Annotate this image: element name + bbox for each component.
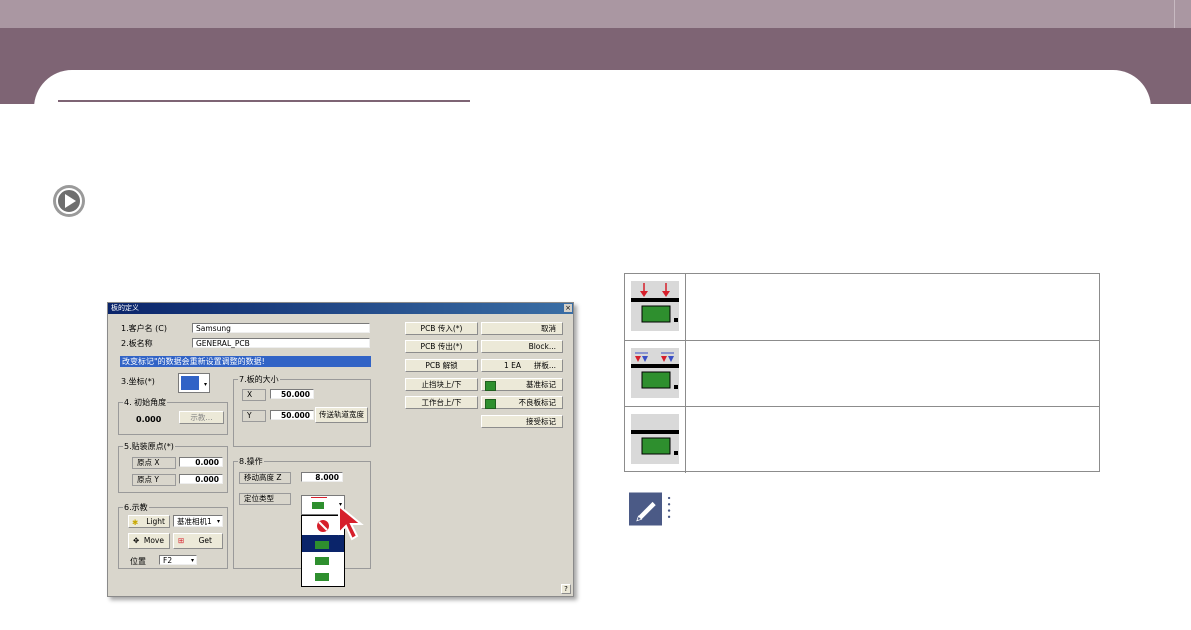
chevron-down-icon: ▾	[216, 518, 220, 525]
option-thumb[interactable]	[315, 573, 329, 581]
locate-type-1-cell	[625, 274, 686, 340]
bad-mark-label: 不良板标记	[518, 398, 557, 407]
teach-group-title: 6.示教	[123, 502, 149, 513]
light-icon: ✱	[132, 518, 139, 527]
locate-type-label: 定位类型	[239, 493, 291, 505]
origin-group-title: 5.贴装原点(*)	[123, 441, 175, 452]
close-icon[interactable]: ×	[564, 304, 572, 312]
warning-banner: 改变标记"的数据会重新设置调整的数据!	[120, 356, 371, 367]
board-size-title: 7.板的大小	[238, 374, 280, 385]
note-pencil-icon	[629, 492, 671, 526]
dialog-title-bar: 板的定义 ×	[108, 303, 573, 314]
operation-group-title: 8.操作	[238, 456, 264, 467]
locate-top-arrows-icon	[631, 281, 679, 331]
block-button[interactable]: Block...	[481, 340, 563, 353]
table-up-down-button[interactable]: 工作台上/下	[405, 396, 478, 409]
customer-input[interactable]: Samsung	[192, 323, 370, 333]
size-y-label: Y	[242, 410, 266, 422]
coord-icon	[181, 376, 199, 390]
locate-no-arrows-icon	[631, 414, 679, 464]
locate-type-2-cell	[625, 341, 686, 407]
camera-select-value: 基准相机1	[177, 517, 212, 526]
board-size-group: 7.板的大小 X 50.000 Y 50.000 传送轨道宽度	[233, 374, 371, 447]
locate-type-arrows	[311, 497, 327, 498]
angle-group-title: 4. 初始角度	[123, 397, 168, 408]
row-description	[687, 341, 1099, 407]
accept-mark-button[interactable]: 接受标记	[481, 415, 563, 428]
table-row	[625, 406, 1099, 473]
locate-type-table	[624, 273, 1100, 473]
option-thumb[interactable]	[315, 557, 329, 565]
conveyor-width-button[interactable]: 传送轨道宽度	[315, 407, 368, 423]
chevron-down-icon: ▾	[190, 557, 194, 564]
move-z-input[interactable]: 8.000	[301, 472, 343, 482]
pcb-out-button[interactable]: PCB 传出(*)	[405, 340, 478, 353]
cancel-button[interactable]: 取消	[481, 322, 563, 335]
title-underline	[58, 100, 470, 102]
help-button[interactable]: ?	[561, 584, 571, 594]
angle-group: 4. 初始角度 0.000 示教...	[118, 397, 228, 435]
position-value: F2	[163, 556, 173, 565]
get-icon: ⊞	[178, 536, 185, 545]
table-row	[625, 274, 1099, 340]
position-label: 位置	[130, 557, 146, 566]
coord-label: 3.坐标(*)	[121, 377, 155, 386]
pcb-unlock-button[interactable]: PCB 解锁	[405, 359, 478, 372]
panel-button-label: 拼板...	[533, 361, 556, 370]
origin-x-label: 原点 X	[132, 457, 176, 469]
board-name-input[interactable]: GENERAL_PCB	[192, 338, 370, 348]
camera-select[interactable]: 基准相机1 ▾	[173, 515, 223, 527]
angle-value: 0.000	[136, 415, 162, 424]
table-row	[625, 340, 1099, 407]
light-button[interactable]: ✱ Light	[128, 515, 170, 528]
customer-label: 1.客户名 (C)	[121, 324, 168, 333]
row-description	[687, 407, 1099, 473]
red-arrow-cursor-icon	[338, 503, 364, 541]
status-indicator	[485, 381, 496, 391]
play-icon[interactable]	[52, 184, 86, 218]
dialog-title: 板的定义	[111, 304, 139, 312]
row-description	[687, 274, 1099, 340]
move-icon: ✥	[133, 536, 140, 545]
get-button[interactable]: ⊞ Get	[173, 533, 223, 549]
move-button-label: Move	[143, 536, 164, 545]
size-x-input[interactable]: 50.000	[270, 389, 314, 399]
fiducial-mark-label: 基准标记	[526, 380, 556, 389]
board-name-label: 2.板名称	[121, 339, 153, 348]
option-thumb	[315, 541, 329, 549]
locate-double-arrows-icon	[631, 348, 679, 398]
locate-type-thumb	[312, 502, 324, 509]
origin-y-input[interactable]: 0.000	[179, 474, 223, 484]
move-z-label: 移动高度 Z	[239, 472, 291, 484]
teach-group: 6.示教 ✱ Light 基准相机1 ▾ ✥ Move ⊞ Get 位置 F2 …	[118, 502, 228, 569]
size-y-input[interactable]: 50.000	[270, 410, 314, 420]
move-button[interactable]: ✥ Move	[128, 533, 170, 549]
origin-group: 5.贴装原点(*) 原点 X 0.000 原点 Y 0.000	[118, 441, 228, 493]
panel-count: 1 EA	[504, 361, 522, 370]
stopper-button[interactable]: 止挡块上/下	[405, 378, 478, 391]
fiducial-mark-button[interactable]: 基准标记	[481, 378, 563, 391]
header-top-strip	[0, 0, 1191, 28]
panel-button[interactable]: 1 EA 拼板...	[481, 359, 563, 372]
coord-select[interactable]: ▾	[178, 373, 210, 393]
origin-x-input[interactable]: 0.000	[179, 457, 223, 467]
pcb-in-button[interactable]: PCB 传入(*)	[405, 322, 478, 335]
header-divider	[1174, 0, 1175, 28]
status-indicator	[485, 399, 496, 409]
origin-y-label: 原点 Y	[132, 474, 176, 486]
get-button-label: Get	[198, 536, 212, 545]
light-button-label: Light	[146, 517, 165, 526]
size-x-label: X	[242, 389, 266, 401]
teach-button[interactable]: 示教...	[179, 411, 224, 424]
chevron-down-icon: ▾	[203, 381, 207, 388]
bad-mark-button[interactable]: 不良板标记	[481, 396, 563, 409]
locate-type-3-cell	[625, 407, 686, 473]
position-select[interactable]: F2 ▾	[159, 555, 197, 565]
board-definition-dialog: 板的定义 × 1.客户名 (C) Samsung 2.板名称 GENERAL_P…	[107, 302, 574, 597]
